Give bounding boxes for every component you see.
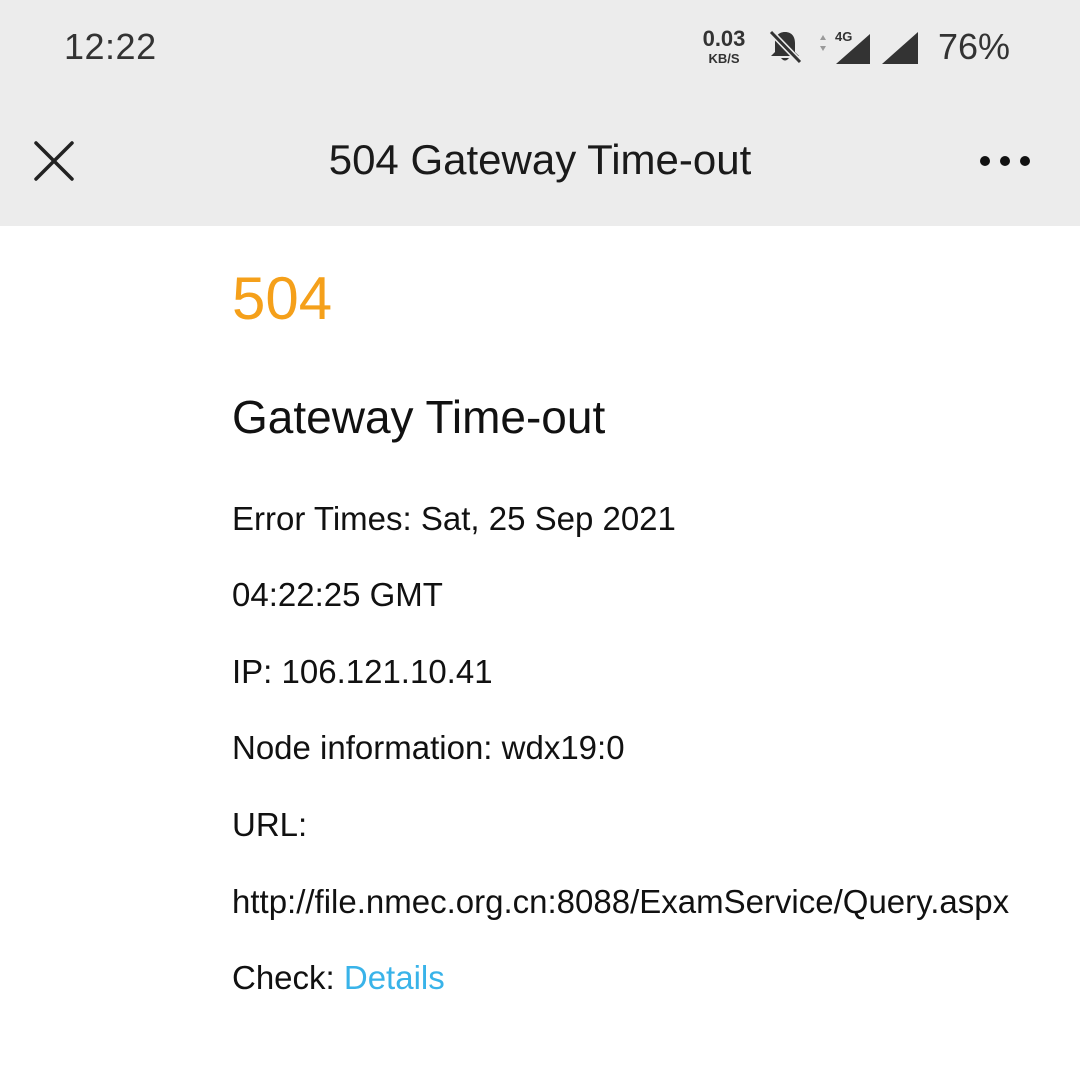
check-line: Check: Details	[232, 959, 445, 997]
more-horizontal-icon	[980, 156, 990, 166]
page-title: 504 Gateway Time-out	[328, 136, 752, 183]
ip-address: IP: 106.121.10.41	[232, 653, 493, 690]
network-speed-unit: KB/S	[708, 51, 740, 66]
app-bar: 504 Gateway Time-out	[0, 96, 1080, 226]
node-information: Node information: wdx19:0	[232, 729, 625, 766]
signal-4g-icon: 4G	[814, 26, 874, 68]
battery-level: 76%	[938, 26, 1011, 67]
error-page-content: 504 Gateway Time-out Error Times: Sat, 2…	[232, 226, 1080, 1082]
error-times-line-2: 04:22:25 GMT	[232, 576, 443, 613]
error-code: 504	[232, 265, 333, 332]
url-label: URL:	[232, 806, 308, 843]
bell-off-icon	[764, 26, 806, 68]
error-title: Gateway Time-out	[232, 391, 606, 443]
details-link[interactable]: Details	[344, 959, 445, 996]
network-speed: 0.03 KB/S	[698, 26, 750, 66]
close-icon	[34, 141, 74, 181]
url-value: http://file.nmec.org.cn:8088/ExamService…	[232, 883, 1010, 920]
status-bar: 12:22 0.03 KB/S 4G 76%	[0, 0, 1080, 96]
network-type-label: 4G	[835, 29, 852, 44]
network-speed-value: 0.03	[702, 26, 746, 51]
status-time: 12:22	[64, 26, 157, 67]
check-label: Check:	[232, 959, 344, 996]
more-options-button[interactable]	[970, 136, 1040, 186]
error-times-line-1: Error Times: Sat, 25 Sep 2021	[232, 500, 676, 537]
close-button[interactable]	[24, 131, 84, 191]
signal-icon	[880, 30, 920, 66]
